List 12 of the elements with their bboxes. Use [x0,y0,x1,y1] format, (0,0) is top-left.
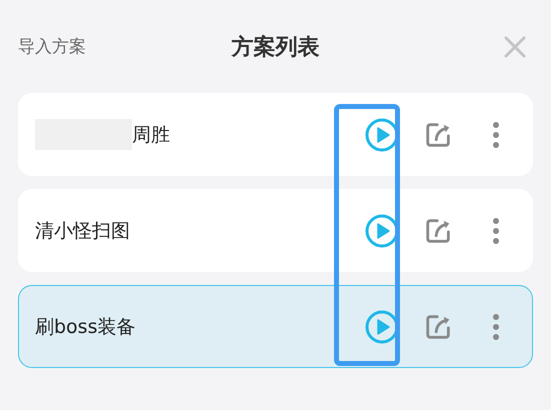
more-icon[interactable] [492,216,500,244]
import-plan-link[interactable]: 导入方案 [18,35,86,58]
plan-name: 刷boss装备 [35,314,136,340]
plan-card[interactable]: 清小怪扫图 [18,189,533,272]
plan-card[interactable]: 刷boss装备 [18,285,533,368]
plan-name: 周胜 [132,122,170,148]
plan-name: 清小怪扫图 [35,218,130,244]
plan-card[interactable]: 周胜 [18,93,533,176]
dialog-title: 方案列表 [232,34,320,62]
more-icon[interactable] [492,120,500,148]
more-icon[interactable] [492,312,500,340]
close-icon[interactable] [503,34,527,58]
